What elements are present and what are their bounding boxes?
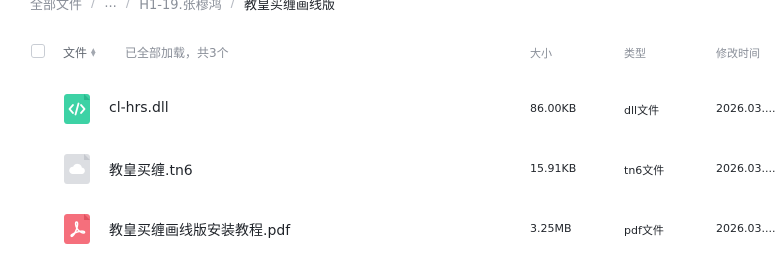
file-row[interactable]: 教皇买缠.tn6 15.91KB tn6文件 2026.03.... bbox=[0, 139, 777, 199]
file-type: dll文件 bbox=[624, 104, 660, 117]
file-column-header[interactable]: 文件 ▲ ▼ bbox=[63, 44, 96, 61]
file-column-label: 文件 bbox=[63, 46, 88, 60]
breadcrumb: 全部文件 / ... / H1-19.张穆鸿 / 教皇买缠画线版 bbox=[30, 0, 335, 13]
file-list-header: 文件 ▲ ▼ 已全部加载，共3个 大小 类型 修改时间 bbox=[0, 40, 777, 66]
file-modified-date: 2026.03.... bbox=[716, 222, 776, 235]
breadcrumb-separator: / bbox=[230, 0, 236, 11]
file-browser: 全部文件 / ... / H1-19.张穆鸿 / 教皇买缠画线版 文件 ▲ ▼ 已… bbox=[0, 0, 777, 265]
file-name[interactable]: cl-hrs.dll bbox=[109, 100, 169, 116]
file-modified-date: 2026.03.... bbox=[716, 162, 776, 175]
file-modified-date: 2026.03.... bbox=[716, 102, 776, 115]
breadcrumb-item-ellipsis[interactable]: ... bbox=[104, 0, 116, 11]
file-type: pdf文件 bbox=[624, 224, 664, 237]
breadcrumb-item-parent-folder[interactable]: H1-19.张穆鸿 bbox=[139, 0, 221, 13]
breadcrumb-separator: / bbox=[91, 0, 96, 11]
select-all-checkbox[interactable] bbox=[31, 44, 45, 58]
breadcrumb-separator: / bbox=[125, 0, 131, 11]
sort-icon[interactable]: ▲ ▼ bbox=[91, 47, 96, 57]
file-row[interactable]: 教皇买缠画线版安装教程.pdf 3.25MB pdf文件 2026.03.... bbox=[0, 199, 777, 259]
type-column-header[interactable]: 类型 bbox=[624, 45, 646, 61]
file-name[interactable]: 教皇买缠画线版安装教程.pdf bbox=[109, 220, 290, 240]
breadcrumb-item-current-folder: 教皇买缠画线版 bbox=[244, 0, 336, 13]
file-size: 15.91KB bbox=[530, 162, 577, 175]
file-name[interactable]: 教皇买缠.tn6 bbox=[109, 160, 193, 180]
pdf-file-icon bbox=[64, 214, 90, 244]
code-file-icon bbox=[64, 94, 90, 124]
file-size: 86.00KB bbox=[530, 102, 577, 115]
size-column-header[interactable]: 大小 bbox=[530, 45, 552, 61]
file-size: 3.25MB bbox=[530, 222, 572, 235]
load-status-text: 已全部加载，共3个 bbox=[125, 46, 229, 60]
cloud-file-icon bbox=[64, 154, 90, 184]
file-type: tn6文件 bbox=[624, 164, 665, 177]
modified-column-header[interactable]: 修改时间 bbox=[716, 45, 760, 61]
file-row[interactable]: cl-hrs.dll 86.00KB dll文件 2026.03.... bbox=[0, 79, 777, 139]
breadcrumb-item-all-files[interactable]: 全部文件 bbox=[30, 0, 82, 13]
